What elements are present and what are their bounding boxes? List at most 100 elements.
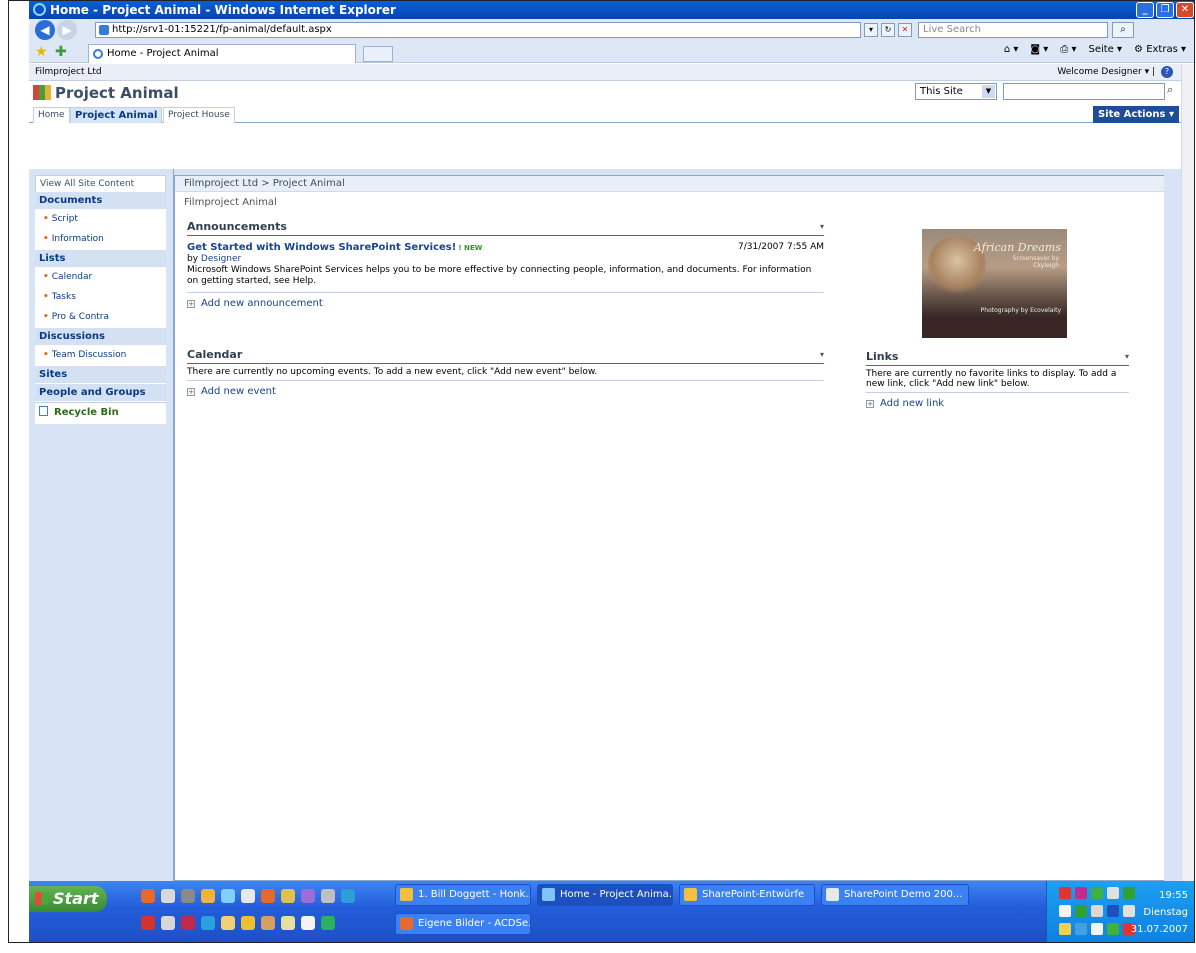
- home-icon[interactable]: ⌂ ▾: [1004, 44, 1019, 55]
- ql-heading-people-groups[interactable]: People and Groups: [35, 384, 166, 402]
- add-new-announcement-link[interactable]: + Add new announcement: [187, 298, 824, 309]
- welcome-menu[interactable]: Welcome Designer ▾ |?: [1057, 64, 1173, 80]
- app-icon[interactable]: [261, 916, 275, 930]
- ql-heading-discussions[interactable]: Discussions: [35, 328, 166, 346]
- feeds-icon[interactable]: ◙ ▾: [1030, 44, 1048, 55]
- add-favorite-icon[interactable]: ✚: [55, 44, 67, 60]
- tab-home[interactable]: Home: [33, 107, 70, 123]
- favorites-star-icon[interactable]: ★: [35, 44, 48, 60]
- seite-menu[interactable]: Seite ▾: [1088, 44, 1122, 55]
- ql-item-pro-contra[interactable]: Pro & Contra: [35, 308, 166, 328]
- app-icon[interactable]: [341, 889, 355, 903]
- add-new-link-link[interactable]: + Add new link: [866, 398, 1129, 409]
- tray-icon[interactable]: [1107, 905, 1119, 917]
- app-icon[interactable]: [141, 916, 155, 930]
- tray-icon[interactable]: [1075, 887, 1087, 899]
- taskbar-item-ie[interactable]: Home - Project Anima...: [537, 884, 673, 906]
- stop-icon[interactable]: ✕: [898, 23, 912, 37]
- ql-item-information[interactable]: Information: [35, 230, 166, 250]
- app-icon[interactable]: [301, 916, 315, 930]
- minimize-button[interactable]: _: [1136, 2, 1154, 18]
- print-icon[interactable]: ⎙ ▾: [1060, 44, 1076, 55]
- tray-icon[interactable]: [1091, 905, 1103, 917]
- back-button[interactable]: ◀: [35, 20, 55, 40]
- extras-menu[interactable]: ⚙ Extras ▾: [1134, 44, 1186, 55]
- quick-launch: View All Site Content Documents Script I…: [29, 169, 174, 881]
- taskbar-item-demo[interactable]: SharePoint Demo 200...: [821, 884, 969, 906]
- app-icon[interactable]: [261, 889, 275, 903]
- ql-item-tasks[interactable]: Tasks: [35, 288, 166, 308]
- forward-button[interactable]: ▶: [57, 20, 77, 40]
- clock[interactable]: 19:55 Dienstag 31.07.2007: [1131, 889, 1188, 937]
- site-title[interactable]: Project Animal: [33, 84, 179, 102]
- search-scope-select[interactable]: This Site ▼: [915, 83, 997, 100]
- browser-tab-home[interactable]: Home - Project Animal: [88, 44, 356, 63]
- tray-icon[interactable]: [1091, 887, 1103, 899]
- image-caption-sub: Screensaver by Ckyleigh: [1013, 255, 1059, 269]
- calendar-header[interactable]: Calendar ▾: [187, 346, 824, 364]
- site-search-input[interactable]: [1003, 83, 1165, 100]
- app-icon[interactable]: [241, 889, 255, 903]
- maximize-button[interactable]: ❐: [1156, 2, 1174, 18]
- app-icon[interactable]: [301, 889, 315, 903]
- page-scrollbar[interactable]: [1181, 64, 1194, 881]
- app-icon[interactable]: [201, 889, 215, 903]
- breadcrumb[interactable]: Filmproject Ltd > Project Animal: [175, 176, 1164, 192]
- taskbar-item-music[interactable]: 1. Bill Doggett - Honk...: [395, 884, 531, 906]
- new-tab-button[interactable]: [363, 46, 393, 62]
- tray-icon[interactable]: [1091, 923, 1103, 935]
- ql-heading-lists[interactable]: Lists: [35, 250, 166, 268]
- ie-icon[interactable]: [221, 889, 235, 903]
- ql-item-team-discussion[interactable]: Team Discussion: [35, 346, 166, 366]
- live-search-input[interactable]: Live Search: [918, 22, 1108, 38]
- tray-icon[interactable]: [1075, 905, 1087, 917]
- ie-tab-icon: [93, 49, 103, 59]
- app-icon[interactable]: [321, 889, 335, 903]
- webpart-menu-icon[interactable]: ▾: [1125, 348, 1129, 365]
- tray-icon[interactable]: [1075, 923, 1087, 935]
- author-link[interactable]: Designer: [201, 254, 241, 264]
- tray-icon[interactable]: [1059, 923, 1071, 935]
- tray-icon[interactable]: [1059, 905, 1071, 917]
- close-button[interactable]: ✕: [1176, 2, 1194, 18]
- app-icon[interactable]: [141, 889, 155, 903]
- app-icon[interactable]: [181, 889, 195, 903]
- help-icon[interactable]: ?: [1161, 66, 1173, 78]
- tab-project-animal[interactable]: Project Animal: [70, 107, 163, 123]
- start-button[interactable]: Start: [29, 886, 107, 912]
- global-crumb[interactable]: Filmproject Ltd: [35, 67, 102, 77]
- add-new-event-link[interactable]: + Add new event: [187, 386, 824, 397]
- tab-project-house[interactable]: Project House: [163, 107, 235, 123]
- app-icon[interactable]: [321, 916, 335, 930]
- url-dropdown-icon[interactable]: ▾: [864, 23, 878, 37]
- recycle-bin-link[interactable]: Recycle Bin: [35, 402, 166, 424]
- ql-heading-documents[interactable]: Documents: [35, 192, 166, 210]
- taskbar-item-acdsee[interactable]: Eigene Bilder - ACDSe...: [395, 913, 531, 935]
- app-icon[interactable]: [201, 916, 215, 930]
- ql-item-calendar[interactable]: Calendar: [35, 268, 166, 288]
- app-icon[interactable]: [281, 916, 295, 930]
- site-search-icon[interactable]: ⌕: [1167, 83, 1181, 100]
- url-field[interactable]: http://srv1-01:15221/fp-animal/default.a…: [95, 22, 861, 38]
- webpart-menu-icon[interactable]: ▾: [820, 346, 824, 363]
- site-actions-menu[interactable]: Site Actions ▾: [1093, 106, 1179, 123]
- app-icon[interactable]: [181, 916, 195, 930]
- tray-icon[interactable]: [1107, 887, 1119, 899]
- announcements-header[interactable]: Announcements ▾: [187, 218, 824, 236]
- view-all-site-content-link[interactable]: View All Site Content: [35, 175, 166, 192]
- app-icon[interactable]: [161, 889, 175, 903]
- search-icon[interactable]: ⌕: [1112, 22, 1134, 38]
- announcement-title-link[interactable]: Get Started with Windows SharePoint Serv…: [187, 242, 456, 253]
- links-header[interactable]: Links ▾: [866, 348, 1129, 366]
- app-icon[interactable]: [221, 916, 235, 930]
- refresh-icon[interactable]: ↻: [881, 23, 895, 37]
- tray-icon[interactable]: [1059, 887, 1071, 899]
- webpart-menu-icon[interactable]: ▾: [820, 218, 824, 235]
- ql-item-script[interactable]: Script: [35, 210, 166, 230]
- tray-icon[interactable]: [1107, 923, 1119, 935]
- app-icon[interactable]: [241, 916, 255, 930]
- app-icon[interactable]: [161, 916, 175, 930]
- app-icon[interactable]: [281, 889, 295, 903]
- taskbar-item-folder[interactable]: SharePoint-Entwürfe: [679, 884, 815, 906]
- ql-heading-sites[interactable]: Sites: [35, 366, 166, 384]
